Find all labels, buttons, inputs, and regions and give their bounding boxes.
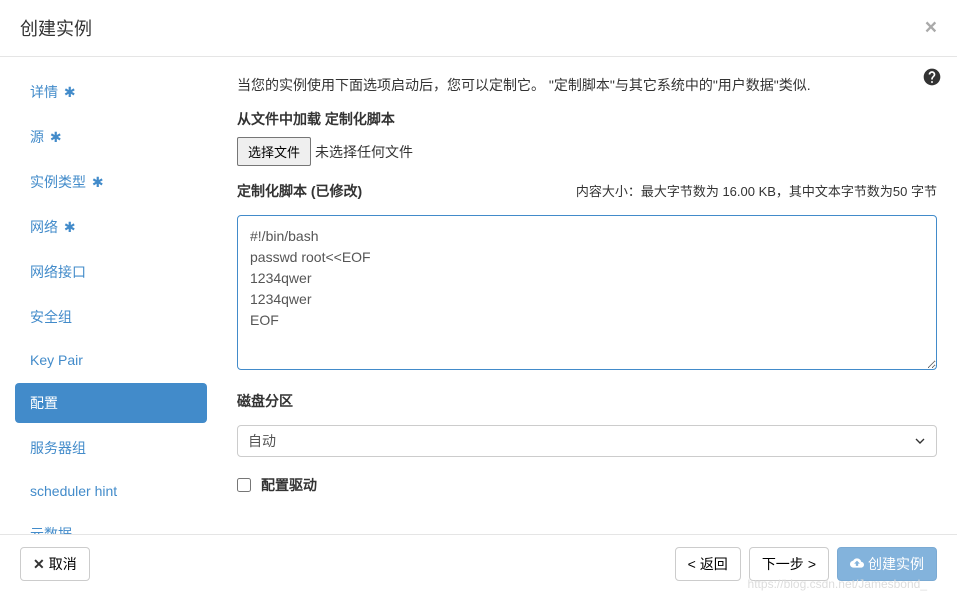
sidebar-item-metadata[interactable]: 元数据 bbox=[15, 514, 207, 534]
help-icon[interactable] bbox=[922, 67, 942, 90]
sidebar-item-label: 实例类型 bbox=[30, 174, 86, 190]
create-instance-button[interactable]: 创建实例 bbox=[837, 547, 937, 581]
sidebar-item-server-groups[interactable]: 服务器组 bbox=[15, 428, 207, 468]
sidebar-item-network-ports[interactable]: 网络接口 bbox=[15, 252, 207, 292]
required-asterisk-icon: ✱ bbox=[60, 219, 76, 235]
sidebar-item-configuration[interactable]: 配置 bbox=[15, 383, 207, 423]
sidebar-item-source[interactable]: 源 ✱ bbox=[15, 117, 207, 157]
sidebar-item-label: 配置 bbox=[30, 395, 58, 411]
close-icon[interactable]: × bbox=[925, 16, 937, 40]
x-icon: ✕ bbox=[33, 556, 45, 573]
content-size-info: 内容大小：最大字节数为 16.00 KB，其中文本字节数为50 字节 bbox=[576, 181, 937, 200]
load-from-file-label: 从文件中加载 定制化脚本 bbox=[237, 109, 937, 129]
cloud-upload-icon bbox=[850, 556, 864, 573]
required-asterisk-icon: ✱ bbox=[60, 84, 76, 100]
sidebar-item-label: scheduler hint bbox=[30, 483, 117, 499]
script-label: 定制化脚本 (已修改) bbox=[237, 181, 362, 201]
file-status-text: 未选择任何文件 bbox=[315, 142, 413, 162]
cancel-label: 取消 bbox=[49, 554, 77, 574]
sidebar-item-label: 网络接口 bbox=[30, 264, 86, 280]
required-asterisk-icon: ✱ bbox=[46, 129, 62, 145]
choose-file-button[interactable]: 选择文件 bbox=[237, 137, 311, 166]
sidebar-item-label: 元数据 bbox=[30, 526, 72, 534]
sidebar-item-details[interactable]: 详情 ✱ bbox=[15, 72, 207, 112]
create-label: 创建实例 bbox=[868, 554, 924, 574]
sidebar-item-security-groups[interactable]: 安全组 bbox=[15, 297, 207, 337]
intro-text: 当您的实例使用下面选项启动后，您可以定制它。 "定制脚本"与其它系统中的"用户数… bbox=[237, 75, 937, 95]
sidebar-item-label: 网络 bbox=[30, 219, 58, 235]
next-button[interactable]: 下一步 > bbox=[749, 547, 829, 581]
modal-title: 创建实例 bbox=[20, 15, 92, 41]
sidebar-item-label: 源 bbox=[30, 129, 44, 145]
sidebar-item-label: 详情 bbox=[30, 84, 58, 100]
back-button[interactable]: < 返回 bbox=[675, 547, 741, 581]
disk-partition-select[interactable]: 自动 bbox=[237, 425, 937, 457]
sidebar-item-label: 安全组 bbox=[30, 309, 72, 325]
back-label: 返回 bbox=[700, 554, 728, 574]
required-asterisk-icon: ✱ bbox=[88, 174, 104, 190]
customization-script-input[interactable] bbox=[237, 215, 937, 370]
sidebar-item-networks[interactable]: 网络 ✱ bbox=[15, 207, 207, 247]
cancel-button[interactable]: ✕ 取消 bbox=[20, 547, 90, 581]
sidebar-item-scheduler-hint[interactable]: scheduler hint bbox=[15, 473, 207, 509]
config-drive-label: 配置驱动 bbox=[261, 475, 317, 495]
disk-partition-label: 磁盘分区 bbox=[237, 391, 937, 411]
sidebar-item-label: 服务器组 bbox=[30, 440, 86, 456]
sidebar: 详情 ✱ 源 ✱ 实例类型 ✱ 网络 ✱ 网络接口 安全组 Key Pair 配… bbox=[0, 57, 222, 534]
config-drive-checkbox[interactable] bbox=[237, 478, 251, 492]
sidebar-item-flavor[interactable]: 实例类型 ✱ bbox=[15, 162, 207, 202]
sidebar-item-label: Key Pair bbox=[30, 352, 83, 368]
content-area: 当您的实例使用下面选项启动后，您可以定制它。 "定制脚本"与其它系统中的"用户数… bbox=[222, 57, 957, 534]
chevron-right-icon: > bbox=[808, 556, 816, 572]
chevron-left-icon: < bbox=[688, 556, 696, 572]
sidebar-item-key-pair[interactable]: Key Pair bbox=[15, 342, 207, 378]
next-label: 下一步 bbox=[762, 554, 804, 574]
